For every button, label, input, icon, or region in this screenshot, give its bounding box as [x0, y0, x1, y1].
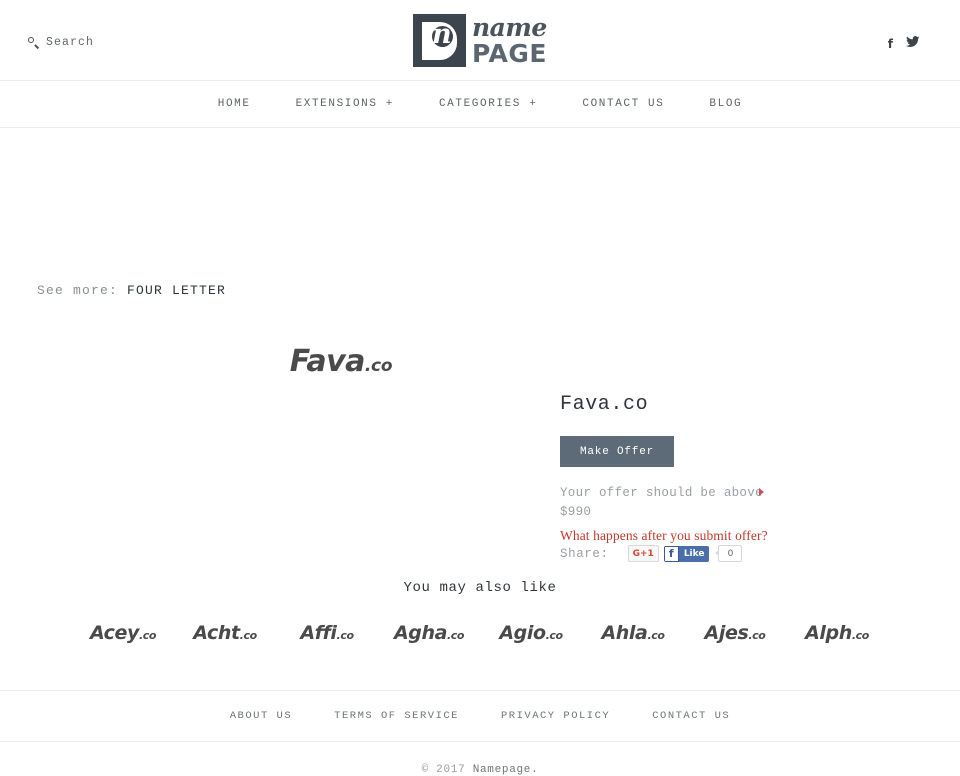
related-item-tld: .co — [239, 629, 257, 642]
related-item-name: Agio — [499, 622, 546, 644]
footer-link-privacy-policy[interactable]: PRIVACY POLICY — [501, 710, 610, 722]
related-item-acht[interactable]: Acht.co — [174, 622, 276, 644]
search-icon — [28, 37, 39, 48]
logo-mark-icon: n — [413, 14, 467, 67]
nav-item-contact-us[interactable]: CONTACT US — [582, 98, 664, 110]
related-item-alph[interactable]: Alph.co — [786, 622, 888, 644]
logo-mark-letter: n — [432, 19, 452, 50]
social-links: f — [888, 36, 920, 51]
offer-minimum-text: Your offer should be above $990 — [560, 486, 763, 519]
related-listings: You may also like Acey.co Acht.co Affi.c… — [0, 571, 960, 690]
facebook-icon[interactable]: f — [888, 38, 893, 50]
share-label: Share: — [560, 546, 609, 561]
related-item-name: Agha — [393, 622, 447, 644]
share-buttons: G+1 f Like 0 — [627, 545, 743, 562]
domain-logo-tld: .co — [364, 356, 393, 376]
related-item-tld: .co — [139, 629, 157, 642]
related-item-agio[interactable]: Agio.co — [480, 622, 582, 644]
twitter-icon[interactable] — [906, 36, 920, 51]
share-row: Share: G+1 f Like 0 — [560, 545, 743, 562]
related-item-ajes[interactable]: Ajes.co — [684, 622, 786, 644]
footer-link-terms-of-service[interactable]: TERMS OF SERVICE — [334, 710, 459, 722]
related-item-tld: .co — [748, 629, 766, 642]
domain-logo-art: Fava.co — [241, 344, 441, 379]
breadcrumb-prefix: See more: — [36, 283, 118, 298]
nav-item-home[interactable]: HOME — [218, 98, 251, 110]
related-item-name: Alph — [805, 622, 852, 644]
copyright-year: © 2017 — [421, 764, 466, 776]
main-navigation: HOME EXTENSIONS + CATEGORIES + CONTACT U… — [0, 81, 960, 128]
facebook-like-count: 0 — [715, 545, 743, 562]
nav-item-extensions[interactable]: EXTENSIONS + — [296, 98, 394, 110]
related-item-name: Ahla — [601, 622, 648, 644]
logo-name-text: name — [472, 13, 547, 42]
nav-item-blog[interactable]: BLOG — [709, 98, 742, 110]
related-item-tld: .co — [545, 629, 563, 642]
footer-link-about-us[interactable]: ABOUT US — [230, 710, 292, 722]
offer-minimum-note: Your offer should be above $990 — [560, 484, 770, 522]
breadcrumb: See more: FOUR LETTER — [0, 280, 226, 301]
top-bar: Search n name PAGE f — [0, 0, 960, 81]
facebook-icon: f — [663, 545, 679, 562]
related-item-tld: .co — [647, 629, 665, 642]
offer-help-link[interactable]: What happens after you submit offer? — [560, 528, 920, 544]
related-item-agha[interactable]: Agha.co — [378, 622, 480, 644]
related-item-tld: .co — [336, 629, 354, 642]
related-title: You may also like — [403, 580, 557, 596]
related-item-affi[interactable]: Affi.co — [276, 622, 378, 644]
footer-navigation: ABOUT US TERMS OF SERVICE PRIVACY POLICY… — [0, 690, 960, 742]
offer-panel: Fava.co Make Offer Your offer should be … — [560, 393, 920, 544]
make-offer-button[interactable]: Make Offer — [560, 436, 674, 467]
copyright-brand: Namepage. — [472, 764, 539, 776]
copyright: © 2017 Namepage. — [0, 742, 960, 776]
related-item-tld: .co — [851, 629, 869, 642]
logo-wordmark: name PAGE — [472, 15, 547, 66]
google-plus-share-button[interactable]: G+1 — [627, 545, 659, 562]
search-button[interactable]: Search — [28, 36, 94, 49]
related-item-ahla[interactable]: Ahla.co — [582, 622, 684, 644]
domain-logo-name: Fava — [289, 344, 366, 379]
related-item-name: Acht — [193, 622, 240, 644]
page-title: Fava.co — [560, 393, 649, 416]
site-logo[interactable]: n name PAGE — [413, 13, 547, 68]
nav-item-categories[interactable]: CATEGORIES + — [439, 98, 537, 110]
facebook-like-label: Like — [678, 545, 710, 562]
facebook-like-button[interactable]: f Like — [663, 545, 710, 562]
related-item-tld: .co — [447, 629, 465, 642]
search-label: Search — [46, 36, 95, 49]
related-item-name: Ajes — [704, 622, 749, 644]
logo-page-text: PAGE — [472, 39, 547, 68]
arrow-right-icon — [759, 488, 764, 496]
related-item-name: Affi — [300, 622, 337, 644]
footer-link-contact-us[interactable]: CONTACT US — [652, 710, 730, 722]
listing-content: See more: FOUR LETTER Fava.co Fava.co Ma… — [0, 128, 960, 571]
breadcrumb-category-link[interactable]: FOUR LETTER — [127, 283, 226, 298]
related-item-name: Acey — [89, 622, 139, 644]
related-item-acey[interactable]: Acey.co — [72, 622, 174, 644]
related-grid: Acey.co Acht.co Affi.co Agha.co Agio.co … — [0, 622, 960, 644]
